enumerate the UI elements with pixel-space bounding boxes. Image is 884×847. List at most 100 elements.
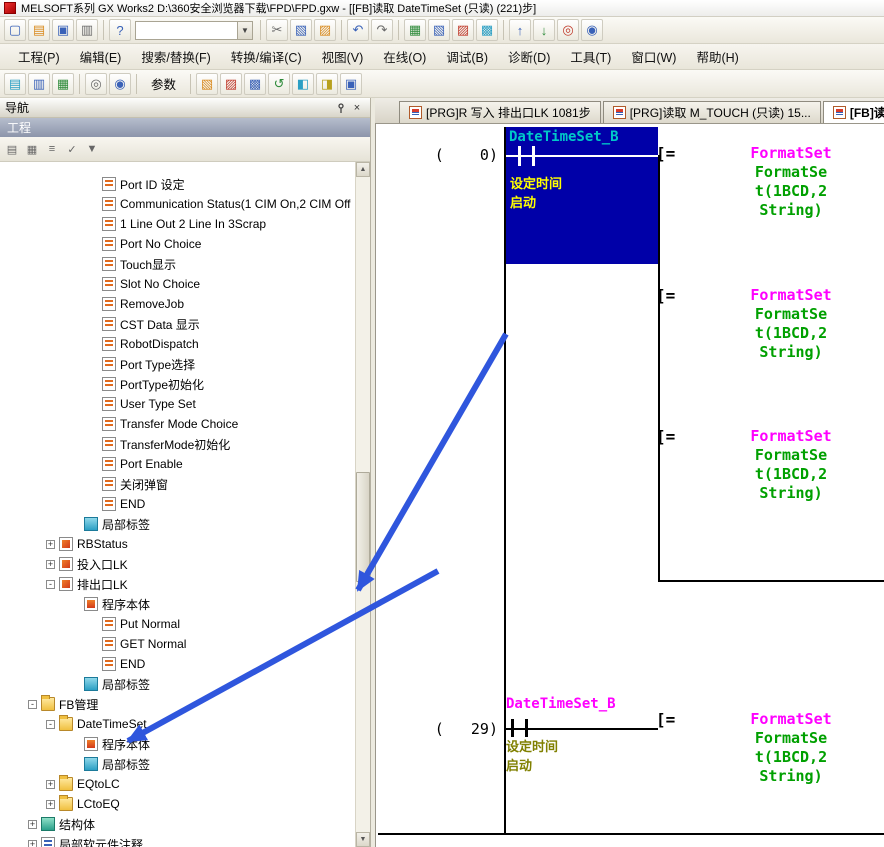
tab-prg-write[interactable]: [PRG]R 写入 排出口LK 1081步: [399, 101, 601, 123]
undo-button[interactable]: ↶: [347, 19, 369, 41]
tree-item[interactable]: 程序本体: [0, 594, 355, 614]
toolbar-combobox[interactable]: ▼: [135, 21, 253, 40]
toolbar-button[interactable]: ↺: [268, 73, 290, 95]
redo-button[interactable]: ↷: [371, 19, 393, 41]
toolbar-button[interactable]: ▨: [220, 73, 242, 95]
tree-scrollbar[interactable]: ▲ ▼: [355, 162, 370, 847]
expand-toggle[interactable]: +: [46, 560, 55, 569]
write-to-plc-button[interactable]: ↑: [509, 19, 531, 41]
instruction-block[interactable]: [= FormatSet FormatSe t(1BCD,2 String): [656, 286, 884, 362]
note-button[interactable]: ▦: [52, 73, 74, 95]
tree-item[interactable]: +LCtoEQ: [0, 794, 355, 814]
cross-reference-button[interactable]: ◉: [109, 73, 131, 95]
tab-fb-read[interactable]: [FB]读: [823, 101, 884, 123]
device-display-button[interactable]: ▤: [4, 73, 26, 95]
tree-item[interactable]: Port Type选择: [0, 354, 355, 374]
expand-toggle[interactable]: +: [46, 780, 55, 789]
write-mode-button[interactable]: ▨: [452, 19, 474, 41]
menu-diagnostics[interactable]: 诊断(D): [498, 43, 560, 70]
tree-item[interactable]: 局部标签: [0, 754, 355, 774]
nav-view-icon[interactable]: ▤: [2, 140, 22, 159]
toolbar-button[interactable]: ▣: [340, 73, 362, 95]
help-button[interactable]: ?: [109, 19, 131, 41]
tree-item[interactable]: Port No Choice: [0, 234, 355, 254]
instruction-block[interactable]: [= FormatSet FormatSe t(1BCD,2 String): [656, 710, 884, 786]
expand-toggle[interactable]: -: [46, 580, 55, 589]
toolbar-button[interactable]: ▩: [244, 73, 266, 95]
tree-item[interactable]: GET Normal: [0, 634, 355, 654]
tree-item[interactable]: +RBStatus: [0, 534, 355, 554]
expand-toggle[interactable]: +: [46, 540, 55, 549]
stop-monitor-button[interactable]: ◉: [581, 19, 603, 41]
scroll-up-icon[interactable]: ▲: [356, 162, 370, 177]
tree-item[interactable]: 1 Line Out 2 Line In 3Scrap: [0, 214, 355, 234]
expand-toggle[interactable]: -: [46, 720, 55, 729]
menu-online[interactable]: 在线(O): [373, 43, 436, 70]
tree-item[interactable]: Communication Status(1 CIM On,2 CIM Off: [0, 194, 355, 214]
tree-item[interactable]: END: [0, 494, 355, 514]
tree-item[interactable]: -DateTimeSet: [0, 714, 355, 734]
start-monitor-button[interactable]: ◎: [557, 19, 579, 41]
nav-filter-icon[interactable]: ✓: [62, 140, 82, 159]
instruction-block[interactable]: [= FormatSet FormatSe t(1BCD,2 String): [656, 427, 884, 503]
tree-item[interactable]: Touch显示: [0, 254, 355, 274]
monitor-mode-button[interactable]: ▦: [404, 19, 426, 41]
tree-item[interactable]: Port ID 设定: [0, 174, 355, 194]
tree-item[interactable]: +结构体: [0, 814, 355, 834]
scrollbar-thumb[interactable]: [356, 472, 370, 582]
ladder-editor[interactable]: ( 0) ( 29) DateTimeSet_B 设定时间 启动 [= Form…: [375, 124, 884, 847]
tree-item[interactable]: RemoveJob: [0, 294, 355, 314]
close-icon[interactable]: ×: [349, 100, 365, 115]
tree-item[interactable]: 程序本体: [0, 734, 355, 754]
menu-edit[interactable]: 编辑(E): [70, 43, 132, 70]
tree-item[interactable]: CST Data 显示: [0, 314, 355, 334]
expand-toggle[interactable]: +: [46, 800, 55, 809]
tree-item[interactable]: -排出口LK: [0, 574, 355, 594]
cut-button[interactable]: ✂: [266, 19, 288, 41]
toolbar-button[interactable]: ▧: [196, 73, 218, 95]
tree-item[interactable]: TransferMode初始化: [0, 434, 355, 454]
statement-button[interactable]: ▥: [28, 73, 50, 95]
nav-dropdown-icon[interactable]: ▼: [82, 140, 102, 159]
verify-button[interactable]: ▩: [476, 19, 498, 41]
tree-item[interactable]: 局部标签: [0, 674, 355, 694]
read-from-plc-button[interactable]: ↓: [533, 19, 555, 41]
tree-item[interactable]: Put Normal: [0, 614, 355, 634]
tree-item[interactable]: PortType初始化: [0, 374, 355, 394]
tree-item[interactable]: Transfer Mode Choice: [0, 414, 355, 434]
tree-item[interactable]: Slot No Choice: [0, 274, 355, 294]
toolbar-button[interactable]: ◨: [316, 73, 338, 95]
print-button[interactable]: ▥: [76, 19, 98, 41]
expand-toggle[interactable]: -: [28, 700, 37, 709]
read-mode-button[interactable]: ▧: [428, 19, 450, 41]
expand-toggle[interactable]: +: [28, 840, 37, 847]
save-button[interactable]: ▣: [52, 19, 74, 41]
project-section-header[interactable]: 工程: [0, 118, 370, 137]
menu-help[interactable]: 帮助(H): [686, 43, 748, 70]
paste-button[interactable]: ▨: [314, 19, 336, 41]
new-file-button[interactable]: ▢: [4, 19, 26, 41]
tree-item[interactable]: RobotDispatch: [0, 334, 355, 354]
tree-item[interactable]: +局部软元件注释: [0, 834, 355, 847]
toolbar-button[interactable]: ◧: [292, 73, 314, 95]
menu-debug[interactable]: 调试(B): [436, 43, 498, 70]
tree-item[interactable]: +EQtoLC: [0, 774, 355, 794]
scroll-down-icon[interactable]: ▼: [356, 832, 370, 847]
find-button[interactable]: ◎: [85, 73, 107, 95]
nav-list-icon[interactable]: ≡: [42, 140, 62, 159]
tree-item[interactable]: -FB管理: [0, 694, 355, 714]
pin-icon[interactable]: [333, 100, 349, 115]
tree-item[interactable]: Port Enable: [0, 454, 355, 474]
tree-item[interactable]: +投入口LK: [0, 554, 355, 574]
menu-project[interactable]: 工程(P): [8, 43, 70, 70]
nav-sort-icon[interactable]: ▦: [22, 140, 42, 159]
instruction-block[interactable]: [= FormatSet FormatSe t(1BCD,2 String): [656, 144, 884, 220]
menu-tools[interactable]: 工具(T): [560, 43, 621, 70]
copy-button[interactable]: ▧: [290, 19, 312, 41]
selected-cell[interactable]: DateTimeSet_B 设定时间 启动: [506, 127, 658, 264]
tree-item[interactable]: END: [0, 654, 355, 674]
open-project-button[interactable]: ▤: [28, 19, 50, 41]
tree-item[interactable]: User Type Set: [0, 394, 355, 414]
menu-search-replace[interactable]: 搜索/替换(F): [131, 43, 220, 70]
combo-arrow-icon[interactable]: ▼: [237, 22, 252, 39]
